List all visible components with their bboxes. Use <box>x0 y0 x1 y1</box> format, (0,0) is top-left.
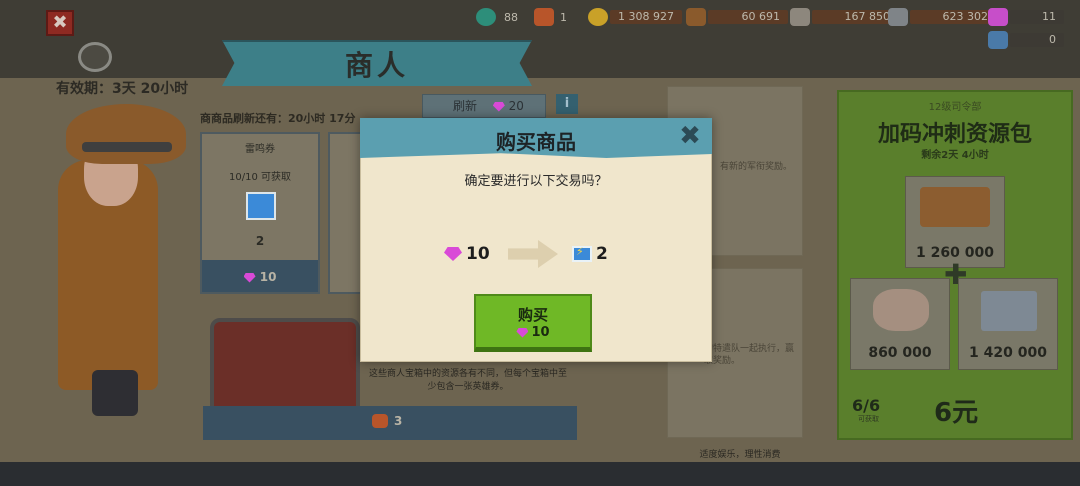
info-button[interactable]: i <box>556 94 578 114</box>
offer-stock-label: 可获取 <box>858 415 879 423</box>
merchant-character-legs <box>92 370 138 416</box>
stone-icon <box>873 289 929 331</box>
card-price-value: 10 <box>259 270 277 284</box>
iron-icon <box>888 8 908 26</box>
wood-icon <box>686 8 706 26</box>
tickets-small-resource: 1 <box>534 8 567 26</box>
offer-stock: 6/6 <box>852 396 881 415</box>
expiry-label: 有效期：3天 20小时 <box>56 81 189 97</box>
diamond-icon <box>988 8 1008 26</box>
stone-value: 167 850 <box>812 10 898 24</box>
trade-pay-amount: 10 <box>466 244 490 264</box>
offer-price-button[interactable]: 6元 <box>934 392 978 429</box>
wood-planks-icon <box>920 187 990 227</box>
ticket-icon <box>372 414 388 428</box>
gem-icon <box>492 101 505 112</box>
lightning-ticket-icon <box>246 192 276 220</box>
buy-label: 购买 <box>517 306 548 324</box>
merchant-character-hat <box>66 104 186 164</box>
card-title: 雷鸣券 <box>245 144 275 155</box>
refresh-label: 刷新 <box>453 99 478 113</box>
side-panel-top-text: 有新的军衔奖励。 <box>720 162 793 172</box>
shop-item-card[interactable]: 雷鸣券 10/10 可获取 2 10 <box>200 132 320 294</box>
refresh-cost: 20 <box>508 99 524 113</box>
buy-cost: 10 <box>476 325 590 340</box>
refresh-button[interactable]: 刷新 20 <box>422 94 546 118</box>
gold-resource[interactable]: 1 308 927 <box>588 8 682 26</box>
ticket-icon <box>534 8 554 26</box>
chest-price-value: 3 <box>394 414 403 428</box>
offer-stone-tile: 860 000 <box>850 278 950 370</box>
diamonds-value: 11 <box>1010 10 1064 24</box>
wood-value: 60 691 <box>708 10 788 24</box>
hero-token-icon <box>988 31 1008 49</box>
globe-gem-icon <box>476 8 496 26</box>
footnote: 适度娱乐，理性消费 <box>699 450 781 460</box>
card-price: 10 <box>202 270 318 284</box>
offer-subtitle: 12级司令部 <box>928 102 982 113</box>
stone-icon <box>790 8 810 26</box>
chest-price: 3 <box>372 414 402 428</box>
offer-iron-amount: 1 420 000 <box>969 345 1047 361</box>
page-title: 商人 <box>344 49 409 82</box>
iron-beam-icon <box>981 291 1037 331</box>
offer-wood-tile: 1 260 000 <box>905 176 1005 268</box>
gems-small-resource: 88 <box>476 8 518 26</box>
offer-time-left: 剩余2天 4小时 <box>921 150 989 161</box>
trade-pay: 10 <box>444 244 490 264</box>
chest-description: 这些商人宝箱中的资源各有不同，但每个宝箱中至少包含一张英雄券。 <box>368 369 567 392</box>
hat-band <box>82 142 172 152</box>
side-panel-bottom-text: 的特遣队一起执行，赢取奖励。 <box>704 344 795 366</box>
wood-resource[interactable]: 60 691 <box>686 8 788 26</box>
dialog-title: 购买商品 <box>496 130 576 154</box>
dialog-question: 确定要进行以下交易吗？ <box>464 174 608 189</box>
buy-cost-value: 10 <box>531 325 550 340</box>
card-qty: 2 <box>255 234 265 248</box>
gems-small-value: 88 <box>504 10 518 24</box>
close-shop-button[interactable]: ✖ <box>46 10 74 36</box>
hero-tokens-resource: 0 <box>988 31 1064 49</box>
gem-icon <box>243 272 256 283</box>
stone-resource[interactable]: 167 850 <box>790 8 898 26</box>
dialog-close-button[interactable]: ✖ <box>676 122 704 150</box>
merchant-portrait-icon <box>78 42 112 72</box>
hero-tokens-value: 0 <box>1010 33 1064 47</box>
diamonds-resource[interactable]: 11 <box>988 8 1064 26</box>
offer-iron-tile: 1 420 000 <box>958 278 1058 370</box>
bottom-bar <box>0 462 1080 486</box>
gem-icon <box>516 327 529 338</box>
card-stock: 10/10 可获取 <box>229 172 291 183</box>
gold-value: 1 308 927 <box>610 10 682 24</box>
iron-resource[interactable]: 623 302 <box>888 8 996 26</box>
iron-value: 623 302 <box>910 10 996 24</box>
tickets-small-value: 1 <box>560 10 567 24</box>
trade-receive: 2 <box>572 244 608 264</box>
buy-button[interactable]: 购买 10 <box>474 294 592 352</box>
trade-receive-amount: 2 <box>596 244 608 264</box>
gold-coin-icon <box>588 8 608 26</box>
shop-item-card-partial[interactable] <box>328 132 362 294</box>
lightning-ticket-icon <box>572 245 592 262</box>
refresh-timer: 商商品刷新还有：20小时 17分 <box>200 112 356 125</box>
offer-stone-amount: 860 000 <box>868 345 932 361</box>
gem-icon <box>444 247 462 261</box>
offer-title: 加码冲刺资源包 <box>877 122 1032 147</box>
